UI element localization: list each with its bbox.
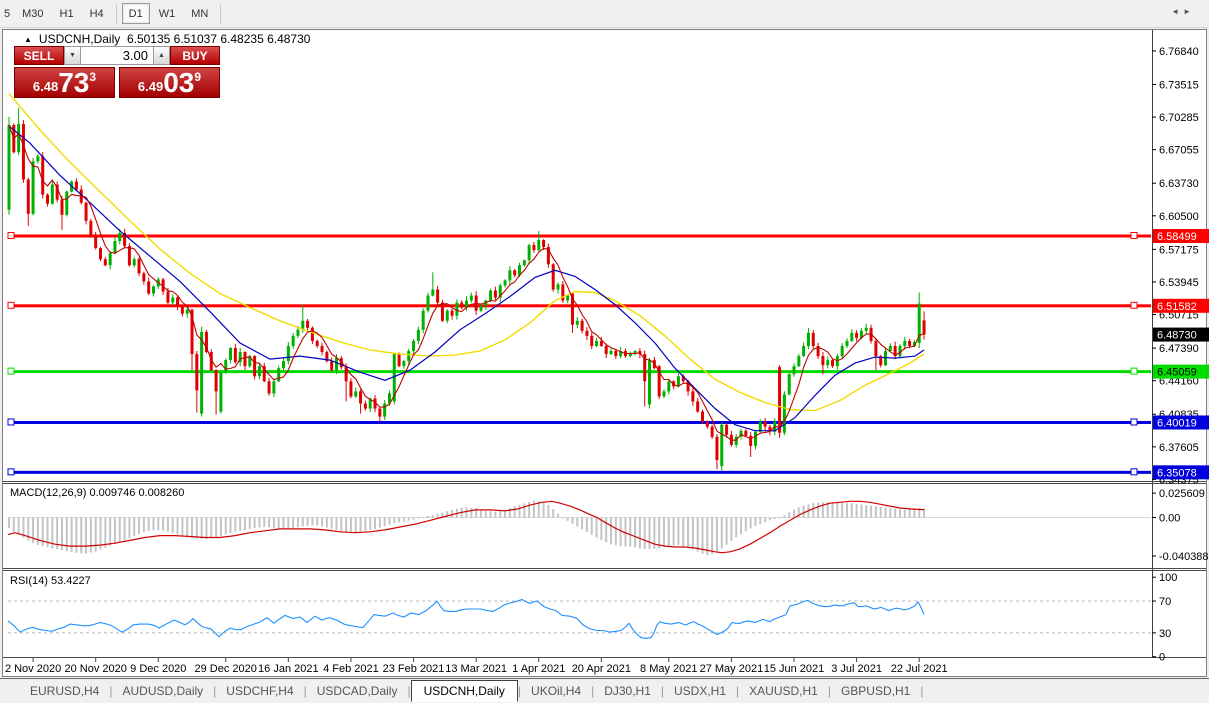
- price-level-badge: 6.45059: [1157, 367, 1197, 379]
- sell-price-sup: 3: [89, 70, 96, 84]
- tab-ukoil-h4[interactable]: UKOil,H4: [521, 681, 591, 701]
- date-tick-label: 4 Feb 2021: [323, 663, 379, 675]
- sell-button[interactable]: SELL: [14, 46, 64, 65]
- buy-price-box[interactable]: 6.49 03 9: [119, 67, 220, 98]
- date-tick-label: 22 Jul 2021: [891, 663, 948, 675]
- date-tick-label: 2 Nov 2020: [5, 663, 61, 675]
- line-anchor-handle: [8, 368, 14, 374]
- price-level-badge: 6.51582: [1157, 301, 1197, 313]
- tab-usdcnh-daily[interactable]: USDCNH,Daily: [411, 680, 518, 702]
- collapse-trade-panel-icon[interactable]: ▲: [24, 35, 32, 44]
- buy-button[interactable]: BUY: [170, 46, 220, 65]
- line-anchor-handle: [8, 419, 14, 425]
- price-tick-label: 6.70285: [1159, 112, 1199, 124]
- rsi-scale-label: 0: [1159, 652, 1165, 664]
- volume-increase-button[interactable]: ▲: [153, 46, 170, 65]
- date-tick-label: 13 Mar 2021: [445, 663, 507, 675]
- rsi-indicator-label: RSI(14) 53.4227: [10, 575, 91, 587]
- sell-price-small: 6.48: [33, 79, 58, 94]
- date-tick-label: 23 Feb 2021: [383, 663, 445, 675]
- tab-scroll-right-icon: ►: [1183, 7, 1195, 16]
- price-tick-label: 6.57175: [1159, 244, 1199, 256]
- tab-usdcad-daily[interactable]: USDCAD,Daily: [307, 681, 408, 701]
- line-anchor-handle: [1131, 368, 1137, 374]
- tab-scroll-arrows[interactable]: ◄►: [1171, 7, 1195, 16]
- price-level-badge: 6.40019: [1157, 417, 1197, 429]
- app-window: 5M30H1H4D1W1MN 6.768406.735156.702856.67…: [0, 0, 1209, 703]
- sell-price-box[interactable]: 6.48 73 3: [14, 67, 115, 98]
- price-level-badge: 6.58499: [1157, 231, 1197, 243]
- price-level-badge: 6.35078: [1157, 467, 1197, 479]
- date-tick-label: 20 Apr 2021: [572, 663, 631, 675]
- macd-scale-label: -0.040388: [1159, 551, 1209, 563]
- macd-scale-label: 0.025609: [1159, 488, 1205, 500]
- line-anchor-handle: [8, 302, 14, 308]
- date-tick-label: 3 Jul 2021: [831, 663, 882, 675]
- price-tick-label: 6.47390: [1159, 343, 1199, 355]
- price-tick-label: 6.60500: [1159, 211, 1199, 223]
- date-tick-label: 15 Jun 2021: [764, 663, 825, 675]
- buy-price-sup: 9: [194, 70, 201, 84]
- chart-symbol-label: USDCNH,Daily: [39, 32, 120, 46]
- price-tick-label: 6.63730: [1159, 178, 1199, 190]
- one-click-trade-panel: SELL ▼ ▲ BUY 6.48 73 3 6.49 03 9: [14, 46, 220, 98]
- buy-price-big: 03: [163, 70, 194, 96]
- tab-usdchf-h4[interactable]: USDCHF,H4: [216, 681, 303, 701]
- rsi-scale-label: 30: [1159, 628, 1171, 640]
- price-tick-label: 6.67055: [1159, 145, 1199, 157]
- tab-xauusd-h1[interactable]: XAUUSD,H1: [739, 681, 828, 701]
- macd-indicator-label: MACD(12,26,9) 0.009746 0.008260: [10, 487, 184, 499]
- chart-title: ▲ USDCNH,Daily 6.50135 6.51037 6.48235 6.…: [24, 32, 310, 46]
- tab-usdx-h1[interactable]: USDX,H1: [664, 681, 736, 701]
- chart-canvas[interactable]: 6.76840 6.73515 6.70285 6.67055 6.63730 6.605…: [0, 0, 1209, 703]
- tab-eurusd-h4[interactable]: EURUSD,H4: [20, 681, 109, 701]
- tab-separator: |: [920, 684, 923, 698]
- date-tick-label: 16 Jan 2021: [258, 663, 319, 675]
- date-tick-label: 9 Dec 2020: [130, 663, 186, 675]
- volume-decrease-button[interactable]: ▼: [64, 46, 81, 65]
- date-tick-label: 29 Dec 2020: [195, 663, 257, 675]
- volume-input[interactable]: [81, 46, 153, 65]
- date-tick-label: 1 Apr 2021: [512, 663, 565, 675]
- symbol-tab-bar: EURUSD,H4|AUDUSD,Daily|USDCHF,H4|USDCAD,…: [0, 678, 1209, 703]
- line-anchor-handle: [1131, 419, 1137, 425]
- price-tick-label: 6.73515: [1159, 79, 1199, 91]
- price-tick-label: 6.76840: [1159, 46, 1199, 58]
- price-tick-label: 6.53945: [1159, 277, 1199, 289]
- price-level-badge: 6.48730: [1157, 330, 1197, 342]
- rsi-scale-label: 100: [1159, 572, 1177, 584]
- line-anchor-handle: [8, 469, 14, 475]
- buy-price-small: 6.49: [138, 79, 163, 94]
- line-anchor-handle: [1131, 469, 1137, 475]
- date-tick-label: 20 Nov 2020: [64, 663, 126, 675]
- line-anchor-handle: [1131, 233, 1137, 239]
- date-tick-label: 8 May 2021: [640, 663, 697, 675]
- rsi-scale-label: 70: [1159, 596, 1171, 608]
- tab-dj30-h1[interactable]: DJ30,H1: [594, 681, 661, 701]
- line-anchor-handle: [1131, 302, 1137, 308]
- tab-audusd-daily[interactable]: AUDUSD,Daily: [112, 681, 213, 701]
- sell-price-big: 73: [58, 70, 89, 96]
- chart-ohlc-values: 6.50135 6.51037 6.48235 6.48730: [127, 32, 311, 46]
- tab-gbpusd-h1[interactable]: GBPUSD,H1: [831, 681, 920, 701]
- price-tick-label: 6.37605: [1159, 442, 1199, 454]
- line-anchor-handle: [8, 233, 14, 239]
- tab-scroll-left-icon: ◄: [1171, 7, 1183, 16]
- macd-scale-label: 0.00: [1159, 513, 1180, 525]
- date-tick-label: 27 May 2021: [700, 663, 764, 675]
